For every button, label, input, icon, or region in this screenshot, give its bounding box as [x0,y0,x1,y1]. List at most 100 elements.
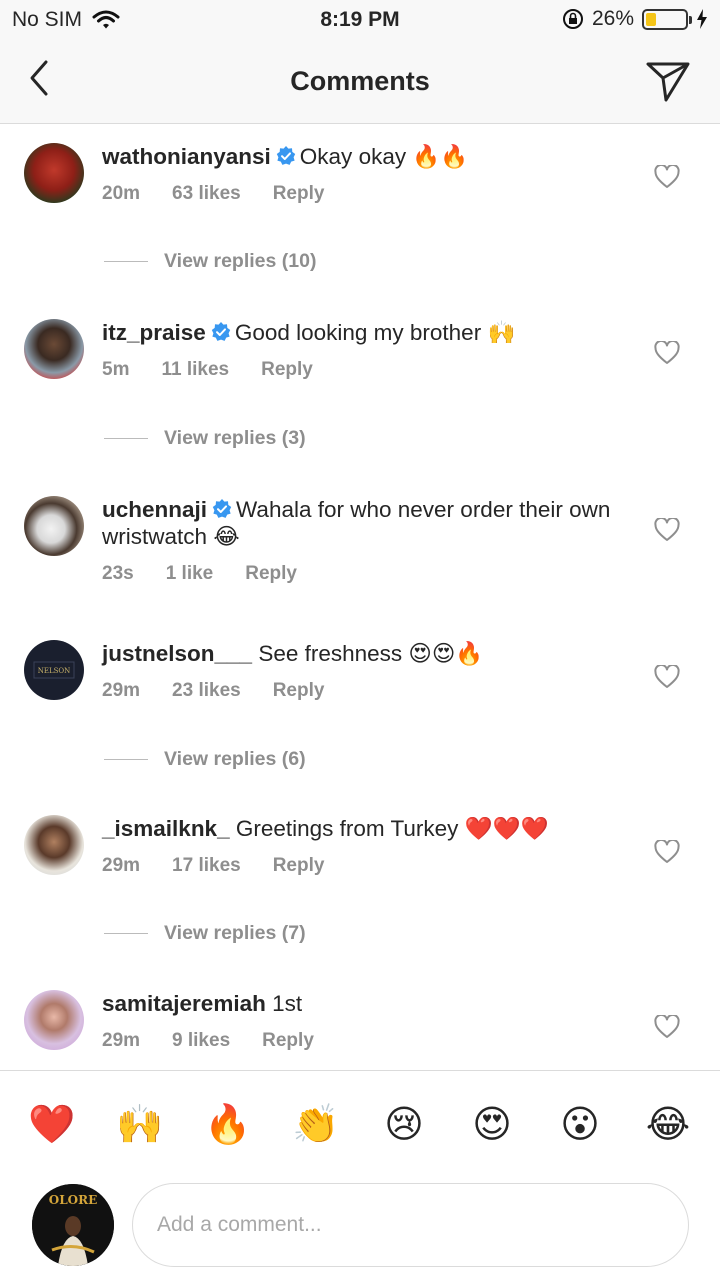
comment-message: 1st [272,991,303,1016]
comment-message: Good looking my brother 🙌 [234,320,516,345]
reply-button[interactable]: Reply [273,855,325,877]
avatar[interactable]: NELSON [24,640,84,700]
like-heart-icon[interactable] [654,1015,680,1039]
view-replies-button[interactable]: View replies (7) [104,922,306,945]
view-replies-button[interactable]: View replies (3) [104,427,306,450]
comment-text: itz_praise Good looking my brother 🙌 [102,319,622,346]
view-replies-label: View replies (7) [164,922,306,944]
avatar[interactable] [24,143,84,203]
username[interactable]: itz_praise [102,320,206,345]
send-icon[interactable] [644,56,692,104]
comment-message: Greetings from Turkey ❤️❤️❤️ [235,816,549,841]
avatar[interactable] [24,815,84,875]
divider [104,261,148,262]
page-title: Comments [290,66,430,96]
current-user-avatar[interactable]: OLORE [32,1184,114,1266]
comment-body: wathonianyansi Okay okay 🔥🔥 20m 63 likes … [102,143,622,205]
status-bar: No SIM 8:19 PM 26% [0,0,720,40]
orientation-lock-icon [562,9,583,29]
header: Comments [0,40,720,124]
comment-body: justnelson___ See freshness 😍😍🔥 29m 23 l… [102,640,622,702]
quick-emoji-bar: ❤️ 🙌 🔥 👏 😢 😍 😮 😂 [0,1099,720,1149]
comment-body: itz_praise Good looking my brother 🙌 5m 1… [102,319,622,381]
comment-likes[interactable]: 23 likes [172,680,241,702]
comment-meta: 23s 1 like Reply [102,563,622,585]
like-heart-icon[interactable] [654,840,680,864]
avatar[interactable] [24,990,84,1050]
reply-button[interactable]: Reply [262,1030,314,1052]
emoji-laughing-button[interactable]: 😂 [643,1099,693,1149]
emoji-crying-button[interactable]: 😢 [379,1099,429,1149]
comment-time: 29m [102,680,141,701]
battery-percent: 26% [591,7,634,30]
reply-button[interactable]: Reply [273,680,325,702]
emoji-heart-eyes-button[interactable]: 😍 [467,1099,517,1149]
username[interactable]: wathonianyansi [102,144,271,169]
comment-body: _ismailknk_ Greetings from Turkey ❤️❤️❤️… [102,815,622,877]
verified-badge-icon [211,322,231,341]
charging-bolt-icon [697,9,707,29]
comment-message: See freshness 😍😍🔥 [258,641,484,666]
username[interactable]: justnelson___ [102,641,252,666]
status-right: 26% [554,7,708,31]
view-replies-button[interactable]: View replies (6) [104,748,306,771]
avatar[interactable] [24,319,84,379]
verified-badge-icon [276,146,295,165]
comment-likes[interactable]: 9 likes [172,1030,230,1052]
view-replies-label: View replies (10) [164,250,317,272]
username[interactable]: _ismailknk_ [102,816,230,841]
battery-icon [642,8,692,30]
comment-time: 5m [102,359,130,380]
comment-text: wathonianyansi Okay okay 🔥🔥 [102,143,622,170]
comment-meta: 20m 63 likes Reply [102,183,622,205]
comment-likes[interactable]: 1 like [166,563,214,585]
comment-composer-area: ❤️ 🙌 🔥 👏 😢 😍 😮 😂 OLORE [0,1070,720,1280]
comment-meta: 29m 9 likes Reply [102,1030,622,1052]
emoji-heart-button[interactable]: ❤️ [27,1099,77,1149]
username[interactable]: uchennaji [102,497,207,522]
emoji-raised-hands-button[interactable]: 🙌 [115,1099,165,1149]
comment-text: uchennaji Wahala for who never order thei… [102,496,622,550]
comment-time: 29m [102,1030,141,1051]
divider [104,438,148,439]
battery-fill [646,12,656,26]
comment-meta: 5m 11 likes Reply [102,359,622,381]
username[interactable]: samitajeremiah [102,991,266,1016]
emoji-clap-button[interactable]: 👏 [291,1099,341,1149]
like-heart-icon[interactable] [654,518,680,542]
avatar-text: OLORE [49,1193,97,1207]
emoji-surprised-button[interactable]: 😮 [555,1099,605,1149]
comment-time: 23s [102,563,134,584]
comment-text: _ismailknk_ Greetings from Turkey ❤️❤️❤️ [102,815,622,842]
comment-time: 20m [102,183,141,204]
divider [104,759,148,760]
like-heart-icon[interactable] [654,341,680,365]
add-comment-input[interactable] [132,1183,689,1267]
reply-button[interactable]: Reply [273,183,325,205]
reply-button[interactable]: Reply [261,359,313,381]
reply-button[interactable]: Reply [245,563,297,585]
avatar-artwork: OLORE [32,1184,114,1266]
verified-badge-icon [212,499,232,518]
comment-likes[interactable]: 11 likes [161,359,229,381]
comment-likes[interactable]: 63 likes [172,183,241,205]
view-replies-label: View replies (3) [164,427,306,449]
comment-body: samitajeremiah 1st 29m 9 likes Reply [102,990,622,1052]
comment-body: uchennaji Wahala for who never order thei… [102,496,622,585]
comment-meta: 29m 17 likes Reply [102,855,622,877]
comment-meta: 29m 23 likes Reply [102,680,622,702]
nelson-logo-icon: NELSON [33,661,75,679]
comment-text: samitajeremiah 1st [102,990,622,1017]
comment-text: justnelson___ See freshness 😍😍🔥 [102,640,622,667]
divider [104,933,148,934]
view-replies-button[interactable]: View replies (10) [104,250,316,273]
like-heart-icon[interactable] [654,165,680,189]
comment-message: Okay okay 🔥🔥 [299,144,469,169]
comment-time: 29m [102,855,141,876]
svg-text:NELSON: NELSON [38,667,71,675]
avatar[interactable] [24,496,84,556]
comment-likes[interactable]: 17 likes [172,855,241,877]
emoji-fire-button[interactable]: 🔥 [203,1099,253,1149]
like-heart-icon[interactable] [654,665,680,689]
view-replies-label: View replies (6) [164,748,306,770]
